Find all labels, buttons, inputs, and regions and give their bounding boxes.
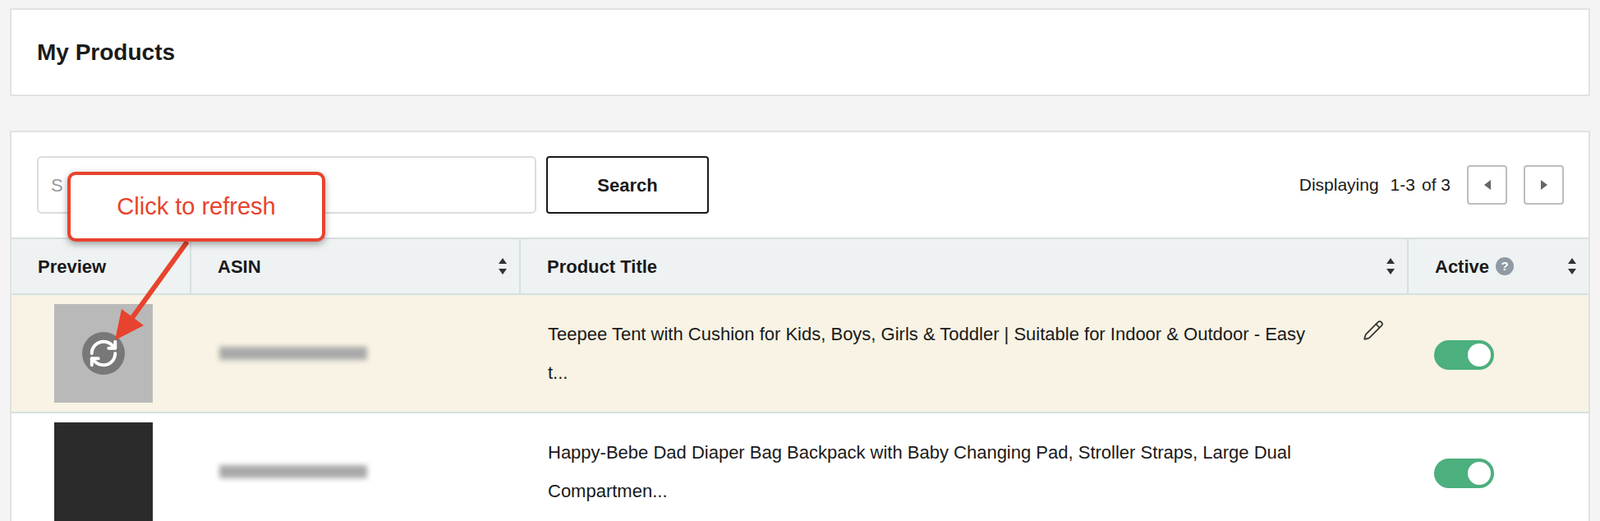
active-toggle[interactable] (1434, 458, 1495, 488)
product-title: Happy-Bebe Dad Diaper Bag Backpack with … (547, 432, 1320, 511)
column-header: Preview (11, 239, 192, 294)
prev-page-button[interactable] (1466, 165, 1508, 205)
next-page-button[interactable] (1523, 165, 1564, 205)
active-cell (1408, 413, 1589, 521)
page-title: My Products (36, 35, 175, 70)
pagination: Displaying 1-3of 3 (1299, 165, 1564, 205)
sort-icon[interactable] (1385, 257, 1396, 276)
title-cell: Teepee Tent with Cushion for Kids, Boys,… (520, 294, 1409, 412)
pagination-total: of 3 (1421, 171, 1451, 198)
table-row[interactable]: Happy-Bebe Dad Diaper Bag Backpack with … (11, 413, 1589, 521)
asin-blurred (219, 464, 368, 479)
sort-icon[interactable] (1567, 257, 1578, 276)
title-cell: Happy-Bebe Dad Diaper Bag Backpack with … (520, 413, 1409, 521)
table-row[interactable]: Teepee Tent with Cushion for Kids, Boys,… (11, 294, 1589, 414)
column-header[interactable]: ASIN (191, 239, 521, 294)
title-card: My Products (9, 8, 1591, 97)
column-header[interactable]: Active? (1408, 239, 1589, 294)
asin-blurred (219, 346, 368, 360)
asin-cell (191, 294, 521, 412)
column-header[interactable]: Product Title (520, 239, 1409, 294)
pagination-label: Displaying (1299, 171, 1380, 198)
prev-icon (1483, 179, 1492, 191)
preview-cell (11, 294, 192, 412)
refresh-icon[interactable] (82, 331, 125, 375)
pagination-range: 1-3 (1390, 171, 1416, 198)
product-image[interactable] (54, 303, 153, 403)
table-header: PreviewASINProduct TitleActive? (11, 237, 1589, 295)
sort-icon[interactable] (497, 257, 508, 276)
page: My ProductsSSearchDisplaying1-3of 3Previ… (0, 0, 1600, 521)
active-cell (1408, 294, 1589, 412)
pencil-icon[interactable] (1362, 319, 1384, 341)
active-toggle[interactable] (1434, 340, 1495, 370)
search-button[interactable]: Search (546, 156, 709, 214)
help-icon[interactable]: ? (1495, 257, 1514, 276)
next-icon (1540, 179, 1549, 191)
callout: Click to refresh (67, 171, 326, 242)
asin-cell (191, 413, 521, 521)
products-table: PreviewASINProduct TitleActive? Teepee Te… (11, 237, 1589, 521)
product-image[interactable] (54, 422, 153, 521)
product-title: Teepee Tent with Cushion for Kids, Boys,… (547, 314, 1320, 392)
preview-cell (11, 413, 192, 521)
